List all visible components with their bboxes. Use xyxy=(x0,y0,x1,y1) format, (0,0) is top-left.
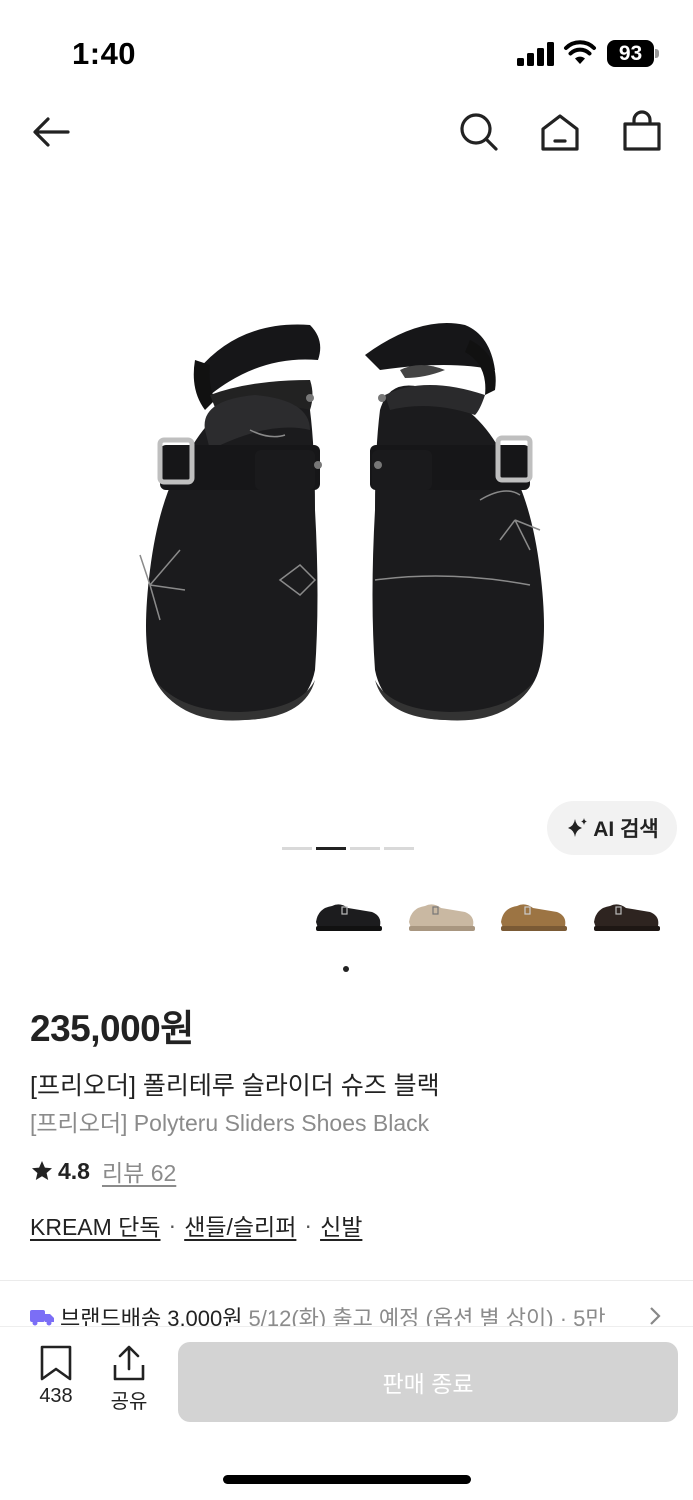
color-thumbnails xyxy=(300,886,680,948)
chevron-right-icon xyxy=(646,1304,664,1328)
indicator-segment xyxy=(282,847,312,850)
back-arrow-icon[interactable] xyxy=(28,108,76,156)
tag-separator: · xyxy=(304,1211,313,1238)
sold-out-button[interactable]: 판매 종료 xyxy=(178,1342,678,1422)
home-icon[interactable] xyxy=(536,108,584,156)
product-price: 235,000원 xyxy=(30,1008,194,1049)
product-tags: KREAM 단독 · 샌들/슬리퍼 · 신발 xyxy=(30,1208,362,1242)
thumbnail-page-dot xyxy=(343,966,349,972)
tag-separator: · xyxy=(168,1211,177,1238)
product-title-korean: [프리오더] 폴리테루 슬라이더 슈즈 블랙 xyxy=(30,1072,440,1100)
thumbnail-black[interactable] xyxy=(310,886,388,948)
share-icon xyxy=(113,1345,145,1381)
product-rating: 4.8 리뷰 62 xyxy=(30,1154,176,1188)
tag-kream-exclusive[interactable]: KREAM 단독 xyxy=(30,1208,161,1242)
indicator-segment xyxy=(384,847,414,850)
home-indicator[interactable] xyxy=(223,1475,471,1484)
left-shoe xyxy=(139,324,322,721)
search-icon[interactable] xyxy=(455,108,503,156)
bookmark-icon xyxy=(40,1345,72,1381)
wish-count: 438 xyxy=(39,1385,73,1407)
status-time: 1:40 xyxy=(72,36,137,71)
thumbnail-brown[interactable] xyxy=(495,886,573,948)
ai-search-label: AI 검색 xyxy=(593,818,659,841)
battery-icon: 93 xyxy=(607,40,659,67)
review-link[interactable]: 리뷰 62 xyxy=(102,1154,176,1188)
cellular-signal-icon xyxy=(517,42,555,66)
sparkle-icon xyxy=(568,818,588,837)
wifi-icon xyxy=(563,40,597,66)
product-title-english: [프리오더] Polyteru Sliders Shoes Black xyxy=(30,1110,430,1136)
indicator-segment-active xyxy=(316,847,346,850)
wishlist-button[interactable]: 438 xyxy=(28,1345,84,1408)
section-divider xyxy=(0,1280,693,1281)
ai-search-button[interactable]: AI 검색 xyxy=(547,801,677,855)
tag-sandals-slippers[interactable]: 샌들/슬리퍼 xyxy=(184,1208,296,1242)
rating-score: 4.8 xyxy=(58,1157,90,1184)
right-shoe xyxy=(365,323,544,721)
shopping-bag-icon[interactable] xyxy=(618,108,666,156)
thumbnail-dark-brown[interactable] xyxy=(588,886,666,948)
bottom-action-bar: 438 공유 판매 종료 xyxy=(0,1326,693,1500)
image-page-indicator xyxy=(282,847,414,851)
thumbnail-beige[interactable] xyxy=(403,886,481,948)
battery-level: 93 xyxy=(607,40,654,67)
indicator-segment xyxy=(350,847,380,850)
truck-icon xyxy=(30,1310,54,1326)
share-label: 공유 xyxy=(110,1391,148,1413)
tag-shoes[interactable]: 신발 xyxy=(320,1208,362,1242)
share-button[interactable]: 공유 xyxy=(101,1345,157,1414)
status-bar: 1:40 93 xyxy=(0,0,693,100)
product-image[interactable] xyxy=(120,300,570,740)
star-icon xyxy=(32,1161,52,1180)
